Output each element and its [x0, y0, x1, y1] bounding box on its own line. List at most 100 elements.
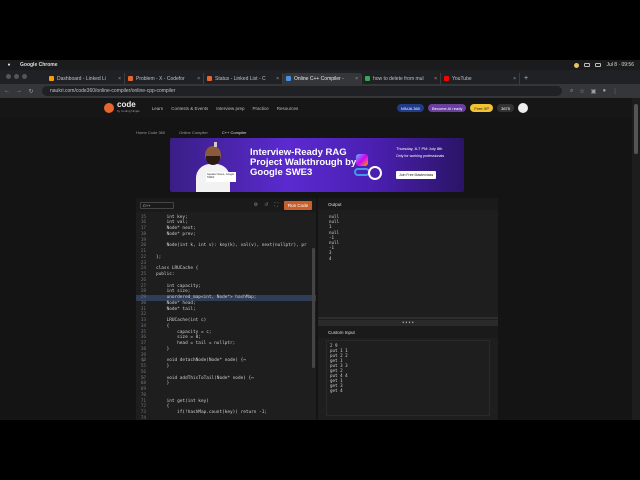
reload-icon[interactable]: ↻ — [26, 88, 36, 95]
ai-ready-button[interactable]: Become AI ready — [427, 104, 467, 112]
page-content: Home Code 360 Online Compiler C++ Compil… — [0, 118, 632, 420]
zoom-window-button[interactable] — [22, 74, 27, 79]
code-text: unordered_map<int, Node*> hashMap; — [156, 295, 257, 300]
code-text: capacity = c; — [156, 329, 212, 335]
breadcrumb-home[interactable]: Home Code 360 — [136, 130, 165, 135]
tab-close-icon[interactable]: × — [118, 76, 121, 82]
extensions-icon[interactable]: ▣ — [591, 88, 597, 95]
code-text: if(!hashMap.count(key)) return -1; — [156, 410, 268, 415]
avatar[interactable] — [518, 103, 528, 113]
browser-tab[interactable]: Dashboard - Linked Li × — [46, 73, 125, 84]
line-number: 71 — [140, 398, 146, 404]
tab-favicon-icon — [128, 76, 133, 81]
code-text: Node* next; — [156, 226, 196, 231]
line-number: 69 — [140, 387, 146, 392]
code-area[interactable]: 15 int key; 16 int val; 17 Node* next; 18 N… — [136, 212, 316, 420]
code-text: Node(int k, int v): key(k), val(v), next… — [156, 243, 307, 249]
tab-favicon-icon — [365, 76, 370, 81]
page-scrollbar-thumb[interactable] — [634, 104, 638, 154]
line-number: 16 — [140, 220, 146, 226]
line-number: 21 — [140, 249, 146, 254]
tab-strip: Dashboard - Linked Li × Problem - X - Co… — [0, 70, 640, 84]
fullscreen-icon[interactable]: ⛶ — [274, 202, 278, 208]
nav-resources[interactable]: Resources — [277, 106, 299, 111]
mouse-cursor — [214, 142, 217, 147]
line-number: 23 — [140, 260, 146, 266]
browser-tab-active[interactable]: Online C++ Compiler - × — [283, 73, 362, 84]
forward-icon[interactable]: → — [14, 88, 24, 94]
fold-chevron-icon[interactable]: › — [142, 358, 144, 363]
language-select[interactable]: C++ — [140, 201, 174, 209]
nav-interview-prep[interactable]: Interview prep — [216, 106, 244, 111]
browser-tab[interactable]: YouTube × — [441, 73, 520, 84]
back-icon[interactable]: ← — [2, 88, 12, 94]
output-scrollbar[interactable] — [318, 317, 498, 319]
close-window-button[interactable] — [6, 74, 11, 79]
openai-logo-icon — [368, 166, 382, 180]
new-tab-icon[interactable]: + — [524, 75, 528, 82]
wifi-icon[interactable] — [595, 63, 602, 67]
address-bar[interactable]: naukri.com/code360/online-compiler/onlin… — [42, 86, 562, 96]
site-nav: Learn Contests & Events Interview prep P… — [152, 106, 299, 111]
line-number: 29 — [140, 295, 146, 300]
banner-info: Thursday, 8-7 PM July 8th Only for worki… — [396, 146, 460, 188]
apple-icon[interactable]: ● — [6, 62, 12, 68]
search-icon[interactable]: ⌕ — [570, 88, 573, 95]
breadcrumb-online-compiler[interactable]: Online Compiler — [179, 130, 208, 135]
bookmark-star-icon[interactable]: ☆ — [579, 88, 584, 95]
run-code-button[interactable]: Run Code — [284, 200, 312, 210]
code-text: int size; — [156, 289, 191, 295]
nav-practice[interactable]: Practice — [253, 106, 269, 111]
site-logo[interactable]: code by Coding Ninjas — [104, 101, 140, 115]
code-text: Node* tail; — [156, 306, 196, 312]
coins-badge[interactable]: NINJA 360 — [396, 104, 424, 112]
browser-tab[interactable]: Status - Linked List - C × — [204, 73, 283, 84]
line-number: 40 — [140, 358, 146, 364]
profile-icon[interactable]: ● — [602, 88, 606, 95]
join-masterclass-button[interactable]: Join Free Masterclass — [396, 170, 437, 179]
browser-tab[interactable]: Problem - X - Codefor × — [125, 73, 204, 84]
tab-close-icon[interactable]: × — [197, 76, 200, 82]
code-text: Node* head; — [156, 300, 196, 306]
screen: ● Google Chrome Jul 8 · 09:56 Dashboard … — [0, 0, 640, 480]
code-text: int get(int key) — [156, 398, 209, 404]
line-number: 15 — [140, 214, 146, 220]
custom-input-panel: Custom Input 2 9 put 1 1 put 2 2 get 1 p… — [318, 326, 498, 420]
line-number: 33 — [140, 318, 146, 323]
free-xp-badge[interactable]: Free XP — [470, 104, 494, 112]
logo-subtitle: by Coding Ninjas — [117, 109, 140, 113]
code-text: }; — [156, 254, 162, 260]
kebab-menu-icon[interactable]: ⋮ — [612, 88, 618, 95]
code-text: head = tail = nullptr; — [156, 341, 236, 346]
nav-contests[interactable]: Contests & Events — [171, 106, 208, 111]
points-badge[interactable]: 3675 — [497, 104, 514, 112]
code-text: public: — [156, 272, 175, 277]
menu-app-name[interactable]: Google Chrome — [20, 62, 58, 68]
tab-close-icon[interactable]: × — [276, 76, 279, 82]
line-number: 73 — [140, 410, 146, 415]
language-select-value: C++ — [143, 202, 151, 208]
code-text: void detachNode(Node* node) {↔ — [156, 358, 246, 364]
battery-icon[interactable] — [584, 63, 591, 67]
tab-close-icon[interactable]: × — [513, 76, 516, 82]
tab-close-icon[interactable]: × — [434, 76, 437, 82]
custom-input-title: Custom Input — [318, 326, 498, 338]
settings-icon[interactable]: ⚙ — [254, 202, 258, 208]
line-number: 68 — [140, 381, 146, 387]
minimize-window-button[interactable] — [14, 74, 19, 79]
header-actions: NINJA 360 Become AI ready Free XP 3675 — [396, 103, 528, 113]
custom-input-field[interactable]: 2 9 put 1 1 put 2 2 get 1 put 3 3 get 2 … — [326, 340, 490, 416]
tab-close-icon[interactable]: × — [355, 76, 358, 82]
site-header: code by Coding Ninjas Learn Contests & E… — [0, 98, 632, 118]
fold-chevron-icon[interactable]: › — [142, 375, 144, 380]
line-number: 37 — [140, 341, 146, 346]
browser-tab[interactable]: how to delete from mul × — [362, 73, 441, 84]
editor-tool-icons: ⚙ ↺ ⛶ — [254, 202, 278, 208]
editor-scrollbar[interactable] — [312, 248, 315, 368]
code-text: int val; — [156, 220, 188, 226]
page-scrollbar[interactable] — [632, 98, 640, 420]
nav-learn[interactable]: Learn — [152, 106, 164, 111]
reset-icon[interactable]: ↺ — [264, 202, 268, 208]
menu-clock[interactable]: Jul 8 · 09:56 — [606, 62, 634, 68]
line-number: 35 — [140, 329, 146, 335]
